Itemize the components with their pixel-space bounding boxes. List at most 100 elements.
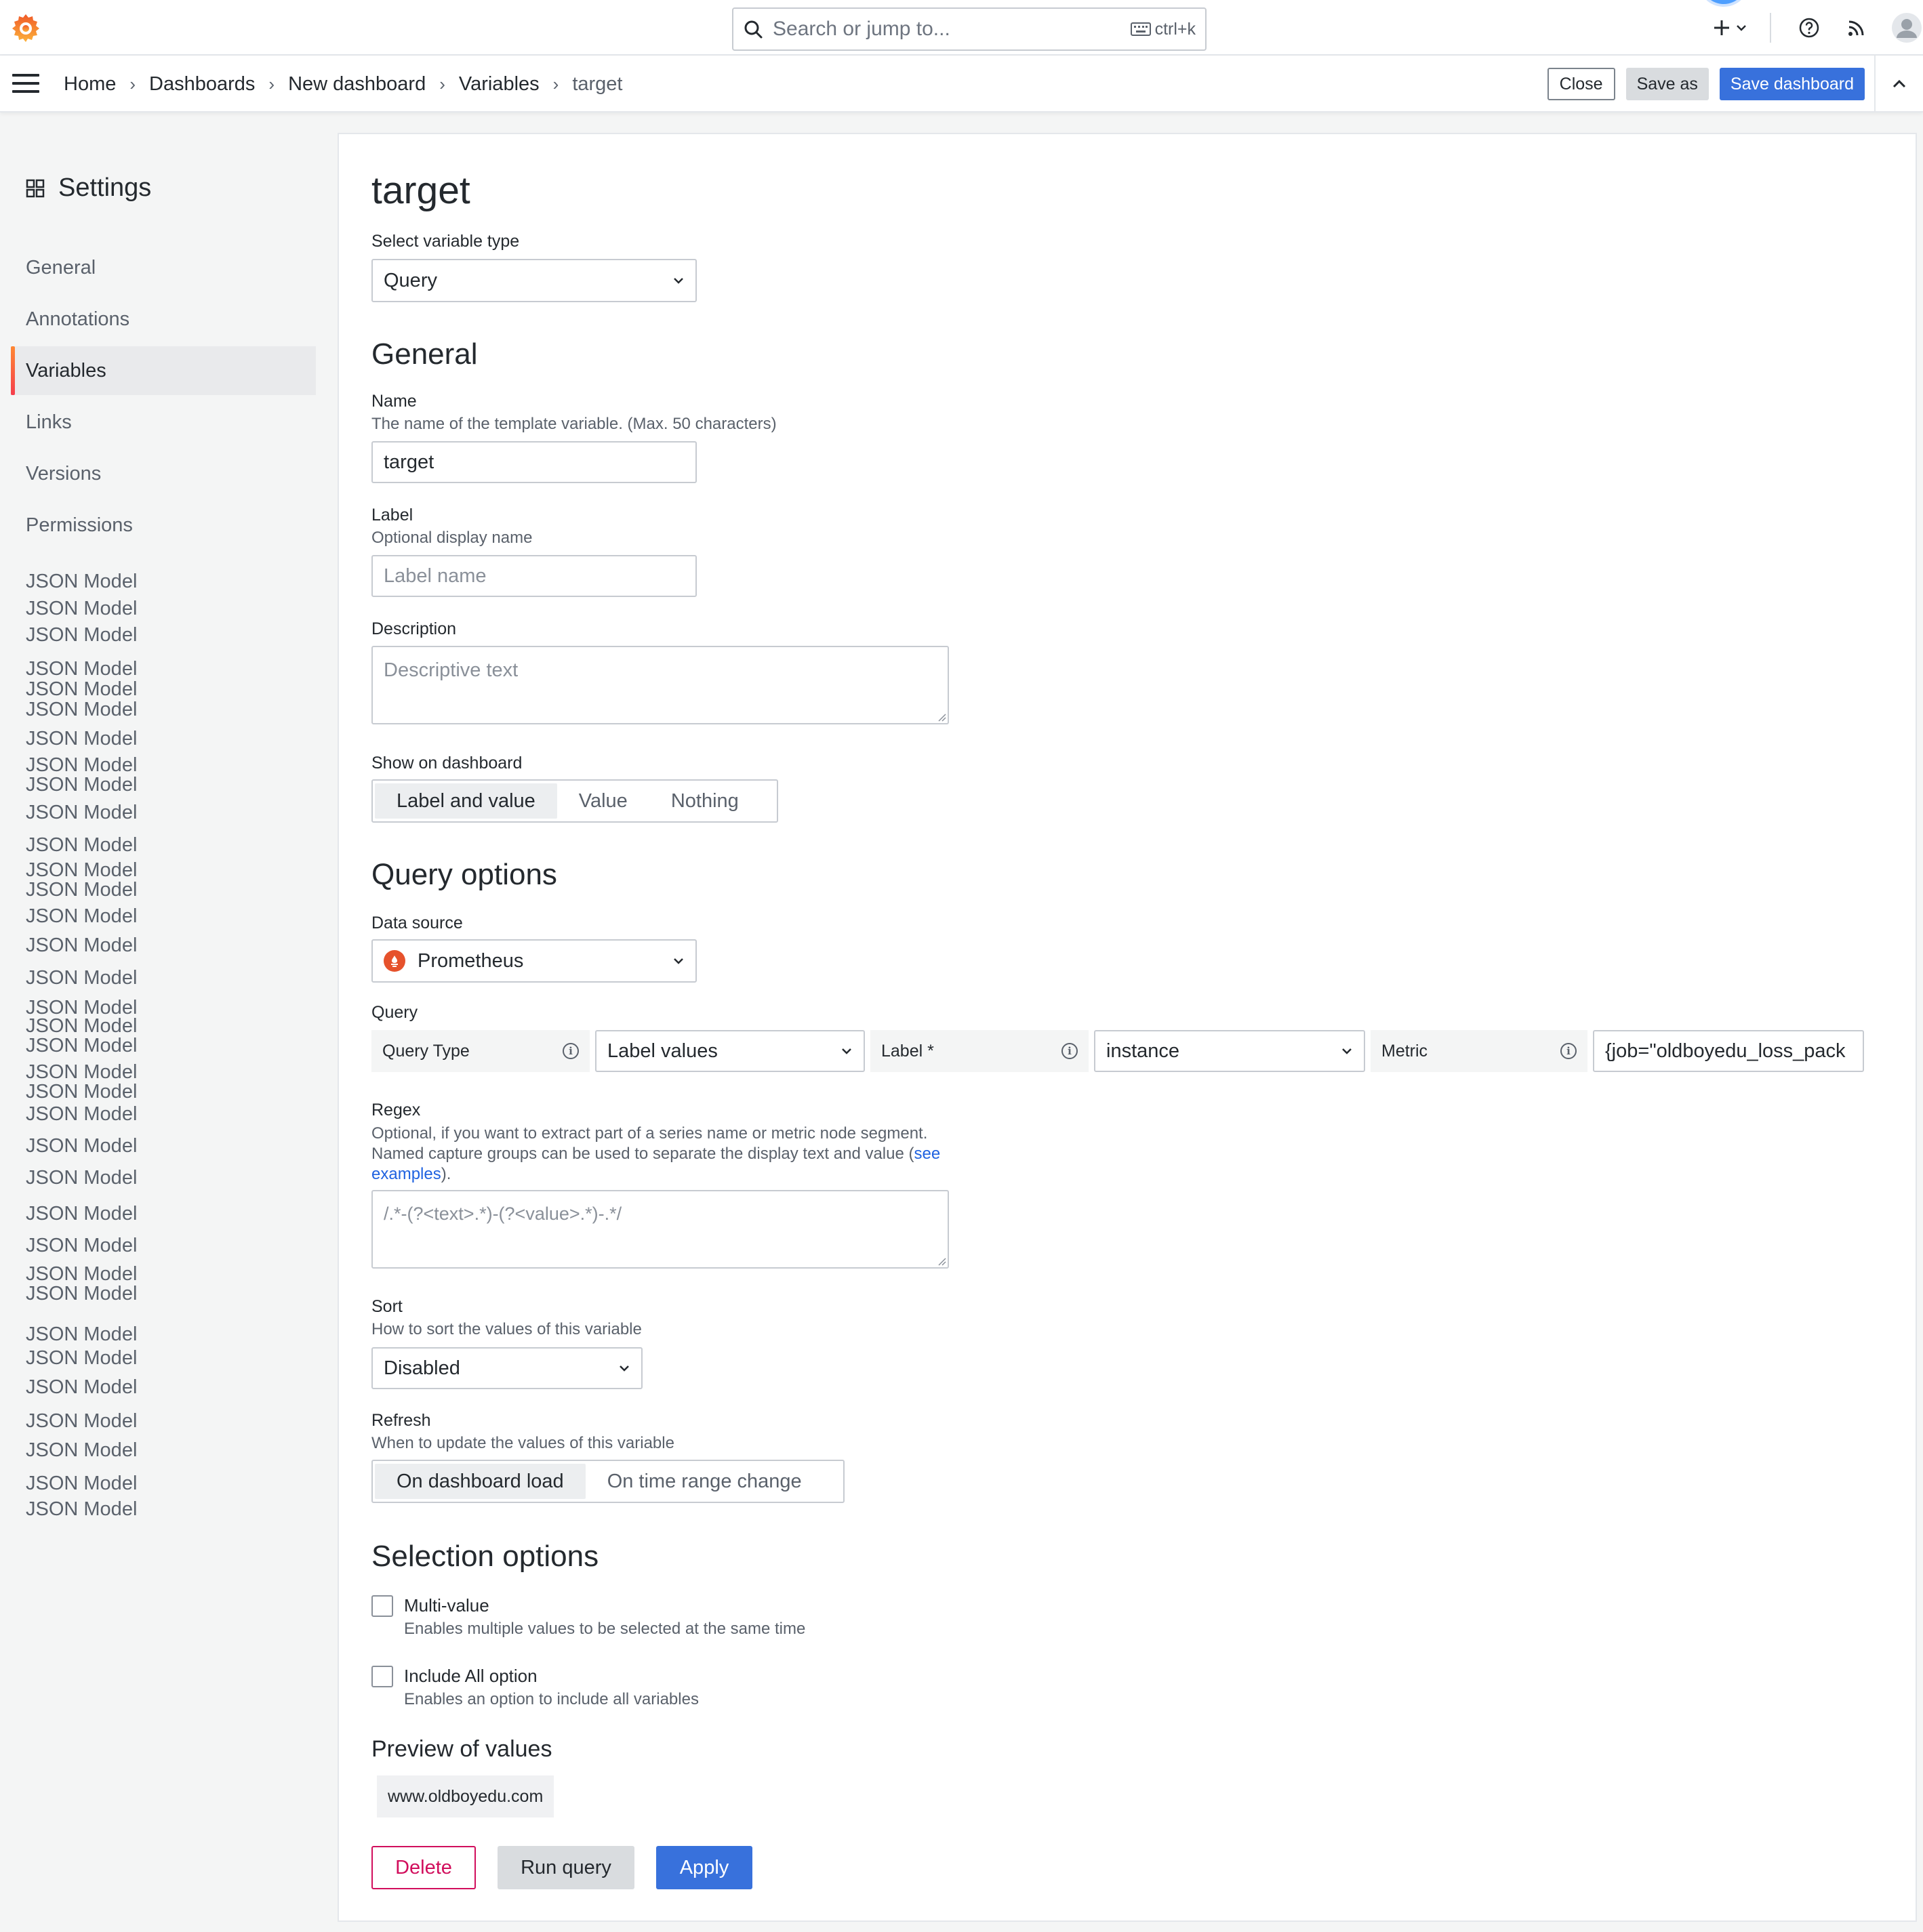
label-label: Label — [371, 506, 413, 525]
run-query-button[interactable]: Run query — [498, 1846, 634, 1889]
sidebar-item-json-model[interactable]: JSON Model — [26, 755, 137, 775]
show-option-value[interactable]: Value — [557, 783, 649, 819]
sidebar-item-json-model[interactable]: JSON Model — [26, 1035, 137, 1056]
query-type-label-text: Query Type — [382, 1041, 470, 1061]
close-button[interactable]: Close — [1547, 68, 1615, 100]
sidebar-item-json-model[interactable]: JSON Model — [26, 679, 137, 699]
sidebar-item-general[interactable]: General — [11, 243, 316, 292]
preview-heading: Preview of values — [371, 1736, 552, 1762]
sidebar-item-json-model[interactable]: JSON Model — [26, 728, 137, 749]
preview-value-chip: www.oldboyedu.com — [377, 1775, 554, 1817]
regex-description-line-1: Optional, if you want to extract part of… — [371, 1124, 928, 1143]
sidebar-item-links[interactable]: Links — [11, 398, 316, 447]
sidebar-item-json-model[interactable]: JSON Model — [26, 1348, 137, 1368]
new-menu-button[interactable] — [1706, 0, 1754, 56]
collapse-toolbar-button[interactable] — [1874, 56, 1923, 112]
breadcrumb-variables[interactable]: Variables — [459, 73, 540, 96]
sidebar-item-versions[interactable]: Versions — [11, 449, 316, 498]
name-input[interactable]: target — [371, 441, 697, 483]
sidebar-item-json-model[interactable]: JSON Model — [26, 1062, 137, 1082]
breadcrumb-dashboards[interactable]: Dashboards — [149, 73, 255, 96]
save-as-button[interactable]: Save as — [1625, 68, 1709, 100]
name-description: The name of the template variable. (Max.… — [371, 415, 777, 433]
resize-handle-icon[interactable] — [937, 712, 946, 722]
description-label: Description — [371, 619, 457, 638]
include-all-checkbox[interactable] — [371, 1666, 393, 1687]
name-label: Name — [371, 392, 417, 411]
sidebar-item-json-model[interactable]: JSON Model — [26, 1377, 137, 1397]
multi-value-checkbox[interactable] — [371, 1595, 393, 1617]
refresh-option-dashboard-load[interactable]: On dashboard load — [375, 1464, 586, 1499]
divider — [1770, 13, 1771, 43]
data-source-select[interactable]: Prometheus — [371, 939, 697, 983]
sidebar-item-json-model[interactable]: JSON Model — [26, 598, 137, 619]
sidebar-item-json-model[interactable]: JSON Model — [26, 968, 137, 988]
sidebar-item-json-model[interactable]: JSON Model — [26, 571, 137, 592]
resize-handle-icon[interactable] — [937, 1256, 946, 1266]
profile-button[interactable] — [1882, 0, 1923, 56]
sidebar-item-json-model[interactable]: JSON Model — [26, 1411, 137, 1431]
sidebar-item-json-model[interactable]: JSON Model — [26, 935, 137, 955]
search-placeholder: Search or jump to... — [773, 18, 950, 40]
sidebar-item-json-model[interactable]: JSON Model — [26, 1082, 137, 1102]
sort-select[interactable]: Disabled — [371, 1347, 643, 1389]
regex-textarea[interactable]: /.*-(?<text>.*)-(?<value>.*)-.*/ — [371, 1190, 949, 1269]
sidebar-item-json-model[interactable]: JSON Model — [26, 1440, 137, 1460]
chevron-down-icon — [620, 1365, 629, 1372]
sidebar-item-permissions[interactable]: Permissions — [11, 501, 316, 550]
sidebar-item-json-model[interactable]: JSON Model — [26, 1104, 137, 1124]
page-title: target — [371, 169, 470, 212]
delete-button[interactable]: Delete — [371, 1846, 476, 1889]
sidebar-item-json-model[interactable]: JSON Model — [26, 1499, 137, 1519]
variable-type-select[interactable]: Query — [371, 259, 697, 302]
info-icon[interactable]: i — [1061, 1043, 1078, 1059]
show-option-nothing[interactable]: Nothing — [649, 783, 761, 819]
examples-link[interactable]: examples — [371, 1165, 441, 1183]
sidebar-item-json-model[interactable]: JSON Model — [26, 1324, 137, 1344]
sidebar-item-json-model[interactable]: JSON Model — [26, 1168, 137, 1188]
grafana-logo-icon[interactable] — [9, 12, 42, 44]
help-icon — [1799, 18, 1819, 38]
refresh-option-time-range-change[interactable]: On time range change — [586, 1464, 824, 1499]
sidebar-item-json-model[interactable]: JSON Model — [26, 906, 137, 926]
save-dashboard-button[interactable]: Save dashboard — [1719, 68, 1865, 100]
variable-type-value: Query — [384, 269, 437, 291]
label-input[interactable]: Label name — [371, 555, 697, 597]
show-option-label-and-value[interactable]: Label and value — [375, 783, 557, 819]
sidebar-item-json-model[interactable]: JSON Model — [26, 625, 137, 645]
sidebar-item-json-model[interactable]: JSON Model — [26, 1473, 137, 1494]
sidebar-item-json-model[interactable]: JSON Model — [26, 659, 137, 679]
query-type-select[interactable]: Label values — [595, 1030, 865, 1072]
top-bar: Search or jump to... ctrl+k — [0, 0, 1923, 56]
sidebar-item-annotations[interactable]: Annotations — [11, 295, 316, 344]
info-icon[interactable]: i — [1560, 1043, 1577, 1059]
metric-input-value: {job="oldboyedu_loss_pack — [1605, 1040, 1846, 1062]
see-link[interactable]: see — [914, 1145, 941, 1163]
breadcrumb-new-dashboard[interactable]: New dashboard — [288, 73, 426, 96]
sidebar-item-json-model[interactable]: JSON Model — [26, 1283, 137, 1304]
label-select[interactable]: instance — [1094, 1030, 1365, 1072]
sidebar-item-json-model[interactable]: JSON Model — [26, 775, 137, 795]
sidebar-item-json-model[interactable]: JSON Model — [26, 1016, 137, 1036]
apply-button[interactable]: Apply — [656, 1846, 752, 1889]
sidebar-item-json-model[interactable]: JSON Model — [26, 835, 137, 855]
breadcrumb-home[interactable]: Home — [64, 73, 116, 96]
sidebar-item-json-model[interactable]: JSON Model — [26, 1235, 137, 1256]
description-textarea[interactable]: Descriptive text — [371, 646, 949, 724]
sidebar-item-json-model[interactable]: JSON Model — [26, 699, 137, 720]
sidebar-item-json-model[interactable]: JSON Model — [26, 880, 137, 900]
regex-label: Regex — [371, 1101, 421, 1119]
metric-input[interactable]: {job="oldboyedu_loss_pack — [1593, 1030, 1864, 1072]
info-icon[interactable]: i — [563, 1043, 579, 1059]
menu-toggle-icon[interactable] — [12, 74, 39, 94]
sidebar-item-json-model[interactable]: JSON Model — [26, 1136, 137, 1156]
help-button[interactable] — [1787, 0, 1831, 56]
sidebar-item-json-model[interactable]: JSON Model — [26, 860, 137, 880]
sidebar-item-json-model[interactable]: JSON Model — [26, 1204, 137, 1224]
sidebar-item-json-model[interactable]: JSON Model — [26, 1264, 137, 1284]
news-button[interactable] — [1831, 0, 1882, 56]
sidebar-item-variables[interactable]: Variables — [11, 346, 316, 395]
sort-description: How to sort the values of this variable — [371, 1320, 642, 1338]
search-box[interactable]: Search or jump to... ctrl+k — [732, 7, 1207, 51]
sidebar-item-json-model[interactable]: JSON Model — [26, 802, 137, 823]
